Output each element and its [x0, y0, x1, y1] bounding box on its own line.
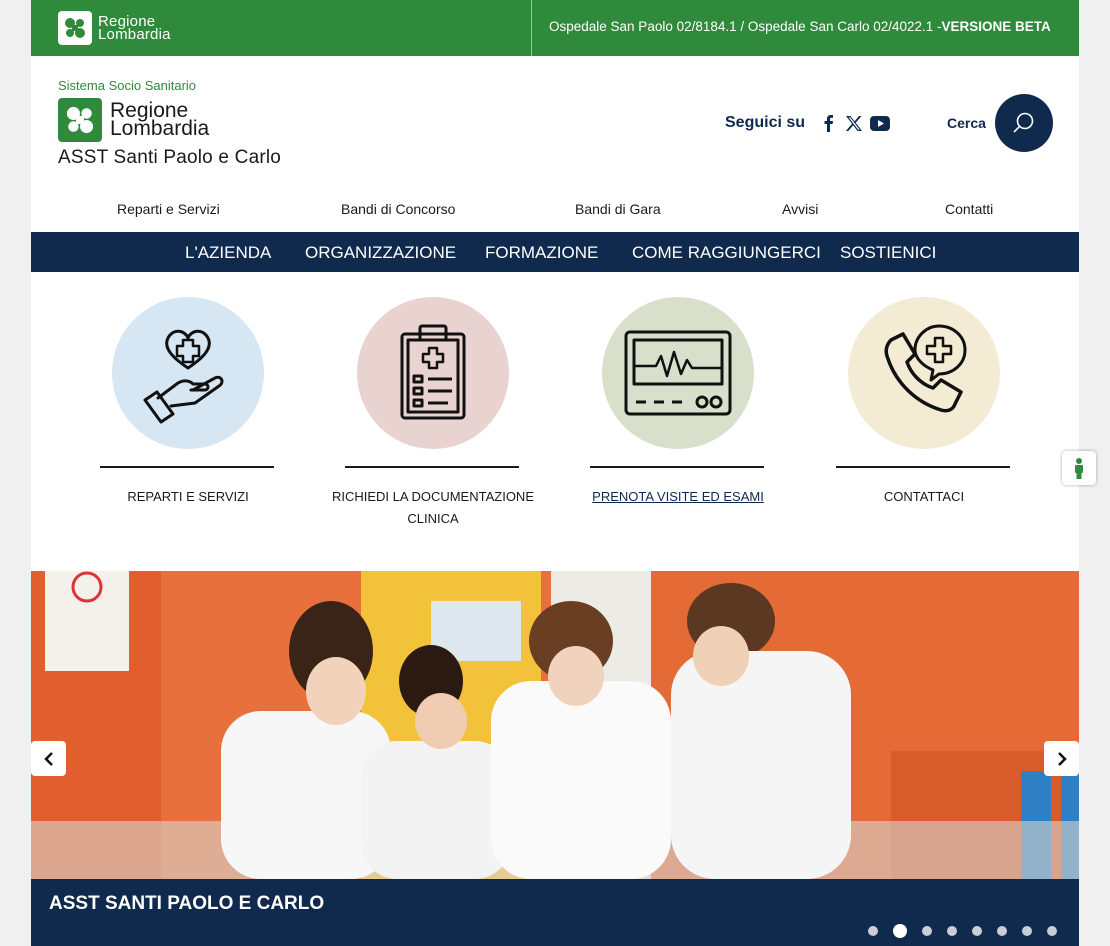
clipboard-medical-icon	[357, 297, 509, 449]
quick-links: REPARTI E SERVIZI RICHIEDI LA DOCUMENTAZ…	[31, 272, 1079, 571]
card-divider	[590, 466, 764, 468]
search-icon	[1013, 112, 1034, 133]
follow-label: Seguici su	[725, 114, 806, 131]
monitor-heartbeat-icon	[602, 297, 754, 449]
search-button[interactable]	[995, 94, 1053, 152]
slide-dot[interactable]	[893, 924, 907, 938]
sublink-bandi-concorso[interactable]: Bandi di Concorso	[341, 201, 455, 217]
nav-sostienici[interactable]: SOSTIENICI	[840, 243, 936, 263]
card-divider	[345, 466, 519, 468]
slide-dot[interactable]	[1022, 926, 1032, 936]
card-label[interactable]: RICHIEDI LA DOCUMENTAZIONE CLINICA	[325, 486, 541, 530]
nav-azienda[interactable]: L'AZIENDA	[185, 243, 271, 263]
logo-small-text: Regione Lombardia	[98, 13, 171, 43]
chevron-left-icon	[43, 751, 53, 766]
clover-logo-icon	[58, 11, 92, 45]
hero-slide-image	[31, 571, 1079, 879]
system-label: Sistema Socio Sanitario	[58, 78, 197, 93]
site-header: Sistema Socio Sanitario Regione Lombardi…	[31, 56, 1079, 186]
logo-text: Regione Lombardia	[110, 99, 210, 140]
hero-caption: ASST SANTI PAOLO E CARLO	[31, 879, 1079, 946]
youtube-icon[interactable]	[869, 113, 891, 133]
social-links: Seguici su	[725, 113, 895, 133]
clover-logo-icon	[58, 98, 102, 142]
chevron-right-icon	[1057, 751, 1067, 766]
card-label[interactable]: PRENOTA VISITE ED ESAMI	[570, 486, 786, 508]
accessibility-icon	[1075, 458, 1083, 479]
card-divider	[836, 466, 1010, 468]
secondary-nav: Reparti e Servizi Bandi di Concorso Band…	[31, 186, 1079, 232]
slide-dot[interactable]	[922, 926, 932, 936]
sublink-reparti[interactable]: Reparti e Servizi	[117, 201, 220, 217]
slide-dot[interactable]	[997, 926, 1007, 936]
asst-name: ASST Santi Paolo e Carlo	[58, 147, 282, 168]
slide-dot[interactable]	[947, 926, 957, 936]
sublink-avvisi[interactable]: Avvisi	[782, 201, 818, 217]
heart-hand-icon	[112, 297, 264, 449]
main-nav: L'AZIENDA ORGANIZZAZIONE FORMAZIONE COME…	[31, 232, 1079, 272]
next-slide-button[interactable]	[1044, 741, 1079, 776]
accessibility-button[interactable]	[1062, 451, 1096, 485]
topbar-divider	[531, 0, 532, 56]
regione-lombardia-logo-small[interactable]: Regione Lombardia	[58, 11, 171, 45]
nav-organizzazione[interactable]: ORGANIZZAZIONE	[305, 243, 456, 263]
slide-dot[interactable]	[972, 926, 982, 936]
regione-lombardia-logo[interactable]: Regione Lombardia	[58, 98, 209, 142]
slide-indicators	[853, 924, 1057, 938]
card-label[interactable]: CONTATTACI	[816, 486, 1032, 508]
phone-medical-icon	[848, 297, 1000, 449]
prev-slide-button[interactable]	[31, 741, 66, 776]
sublink-bandi-gara[interactable]: Bandi di Gara	[575, 201, 661, 217]
search-label[interactable]: Cerca	[947, 115, 986, 131]
card-label[interactable]: REPARTI E SERVIZI	[80, 486, 296, 508]
slide-dot[interactable]	[1047, 926, 1057, 936]
x-icon[interactable]	[843, 113, 865, 133]
beta-label: VERSIONE BETA	[941, 19, 1051, 34]
nav-formazione[interactable]: FORMAZIONE	[485, 243, 598, 263]
sublink-contatti[interactable]: Contatti	[945, 201, 993, 217]
top-bar: Regione Lombardia Ospedale San Paolo 02/…	[31, 0, 1079, 56]
card-divider	[100, 466, 274, 468]
nav-come-raggiungerci[interactable]: COME RAGGIUNGERCI	[632, 243, 821, 263]
facebook-icon[interactable]	[817, 113, 839, 133]
hero-title: ASST SANTI PAOLO E CARLO	[49, 893, 325, 914]
hospital-phones: Ospedale San Paolo 02/8184.1 / Ospedale …	[549, 19, 1051, 34]
slide-dot[interactable]	[868, 926, 878, 936]
